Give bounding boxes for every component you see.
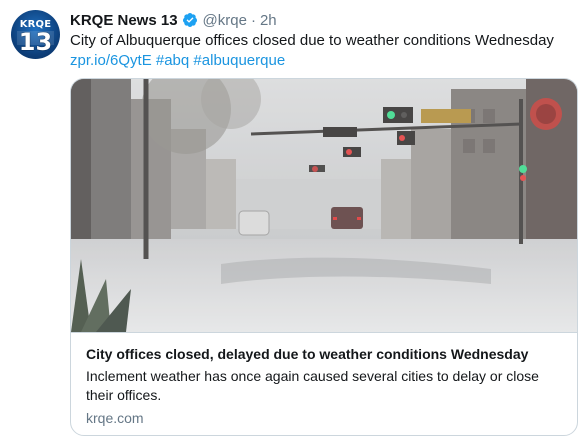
avatar-logo-number: 13 bbox=[18, 28, 53, 56]
tweet-header: KRQE News 13 @krqe · 2h bbox=[70, 10, 277, 30]
verified-badge-icon bbox=[182, 13, 197, 27]
card-description: Inclement weather has once again caused … bbox=[86, 368, 539, 403]
tweet[interactable]: KRQE 13 KRQE News 13 @krqe · 2h City of … bbox=[0, 0, 588, 436]
hashtag-abq[interactable]: #abq bbox=[156, 52, 189, 69]
tweet-text-links: zpr.io/6QytE #abq #albuquerque bbox=[70, 51, 575, 71]
card-domain: krqe.com bbox=[86, 410, 144, 426]
avatar[interactable]: KRQE 13 bbox=[11, 10, 60, 59]
tweet-text: City of Albuquerque offices closed due t… bbox=[70, 31, 575, 71]
tweet-text-line: City of Albuquerque offices closed due t… bbox=[70, 32, 554, 49]
tweet-timestamp[interactable]: 2h bbox=[260, 12, 277, 29]
card-body: City offices closed, delayed due to weat… bbox=[71, 332, 577, 435]
card-title[interactable]: City offices closed, delayed due to weat… bbox=[86, 346, 528, 362]
separator-dot: · bbox=[250, 11, 256, 29]
author-handle[interactable]: @krqe bbox=[203, 12, 247, 29]
tweet-url-link[interactable]: zpr.io/6QytE bbox=[70, 52, 152, 69]
author-name[interactable]: KRQE News 13 bbox=[70, 12, 178, 29]
hashtag-albuquerque[interactable]: #albuquerque bbox=[193, 52, 285, 69]
link-preview-card[interactable]: City offices closed, delayed due to weat… bbox=[70, 78, 578, 436]
card-image-snowy-street[interactable] bbox=[71, 79, 577, 332]
